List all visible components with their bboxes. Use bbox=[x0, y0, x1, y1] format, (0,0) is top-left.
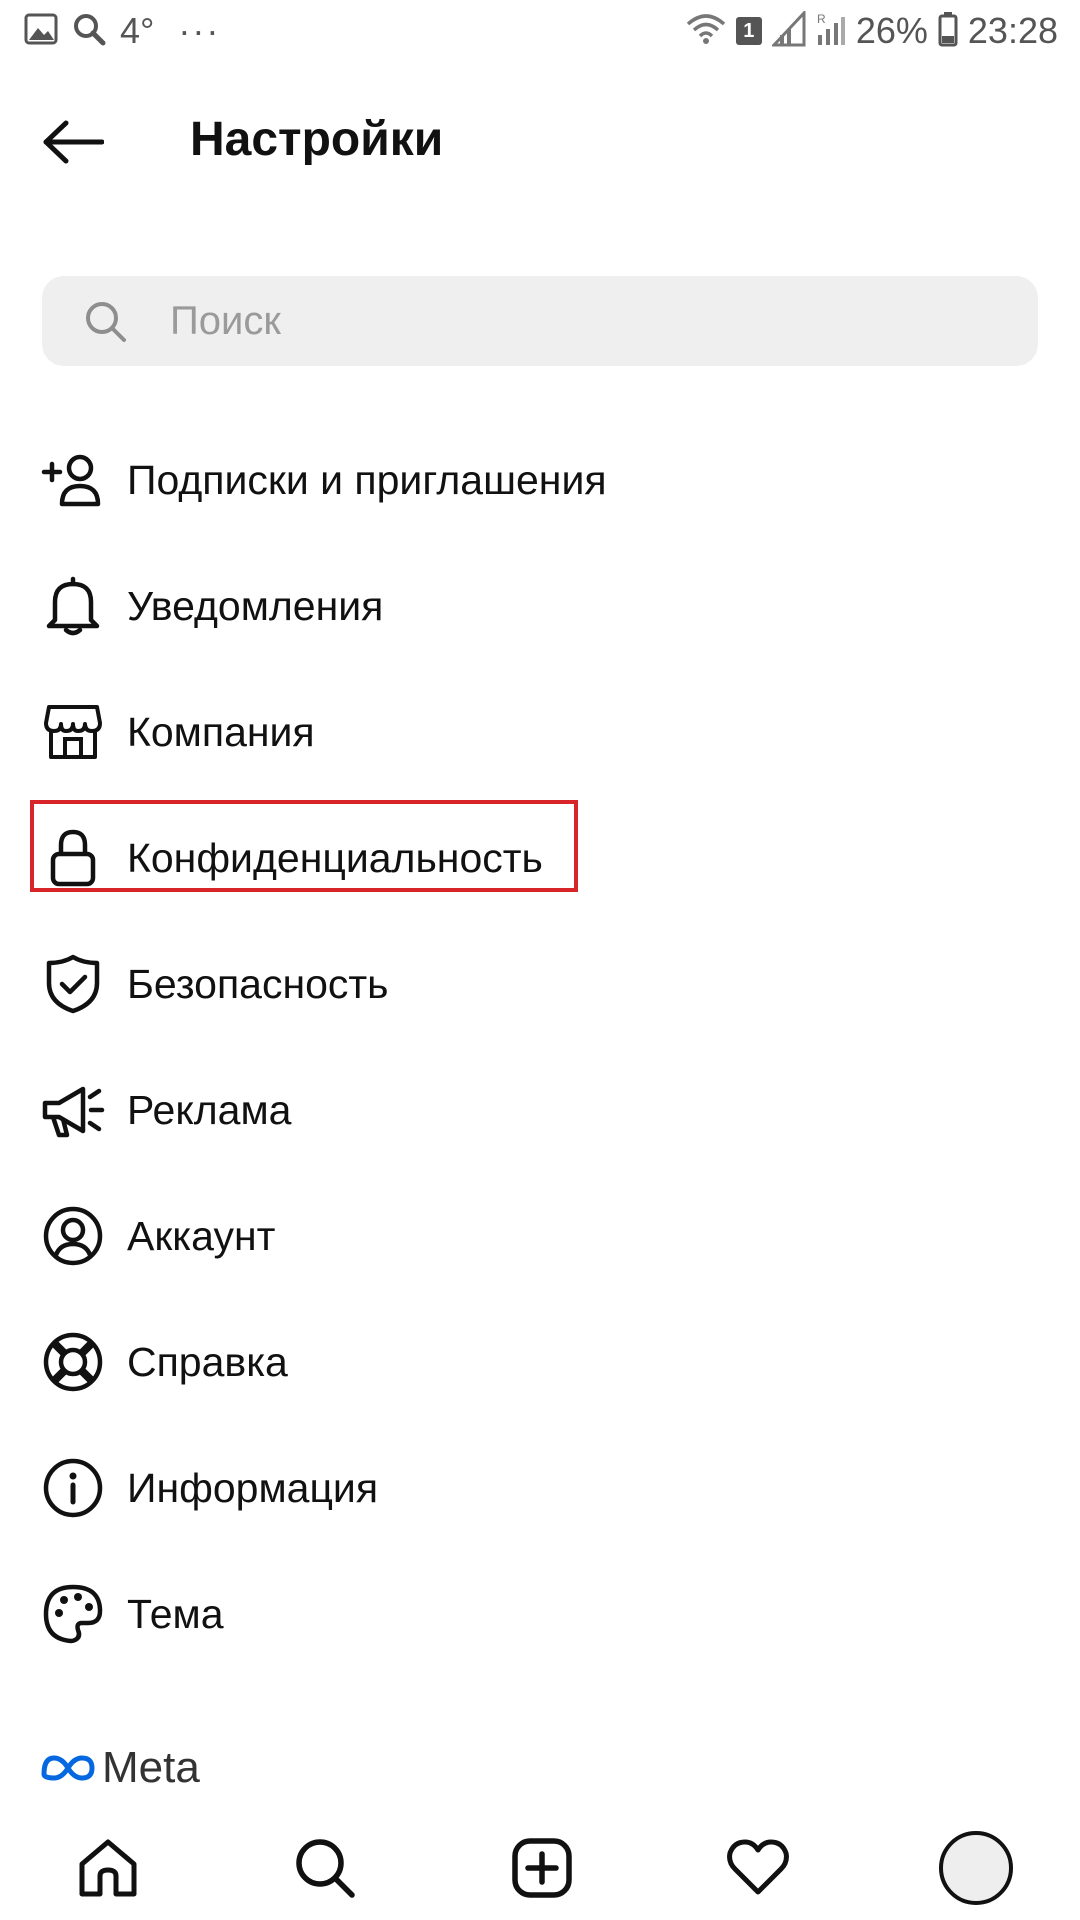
wifi-icon bbox=[686, 12, 726, 51]
menu-item-label: Безопасность bbox=[127, 960, 389, 1007]
status-bar-right: 1 R 26% 23:28 bbox=[686, 8, 1058, 54]
home-icon bbox=[79, 1839, 137, 1897]
menu-item-label: Информация bbox=[127, 1464, 379, 1511]
nav-activity[interactable] bbox=[718, 1828, 798, 1908]
palette-icon bbox=[40, 1581, 106, 1647]
signal-icon-1 bbox=[770, 8, 806, 52]
meta-infinity-icon bbox=[41, 1755, 95, 1781]
store-icon bbox=[40, 699, 106, 765]
search-input[interactable] bbox=[168, 297, 992, 345]
menu-item-security[interactable]: Безопасность bbox=[0, 929, 1080, 1039]
menu-item-notifications[interactable]: Уведомления bbox=[0, 551, 1080, 661]
bottom-navigation bbox=[0, 1810, 1080, 1920]
back-button[interactable] bbox=[38, 112, 108, 172]
menu-item-label: Реклама bbox=[127, 1086, 292, 1133]
menu-item-follow-invite[interactable]: Подписки и приглашения bbox=[0, 425, 1080, 535]
signal-icon-2: R bbox=[816, 11, 846, 52]
svg-text:R: R bbox=[817, 12, 826, 26]
page-title: Настройки bbox=[190, 113, 444, 166]
menu-item-label: Аккаунт bbox=[127, 1212, 276, 1259]
add-person-icon bbox=[40, 447, 106, 513]
shield-check-icon bbox=[40, 951, 106, 1017]
menu-item-label: Справка bbox=[127, 1338, 288, 1385]
bell-icon bbox=[40, 573, 106, 639]
menu-item-account[interactable]: Аккаунт bbox=[0, 1181, 1080, 1291]
battery-icon bbox=[938, 11, 958, 52]
account-circle-icon bbox=[40, 1203, 106, 1269]
nav-new-post[interactable] bbox=[502, 1828, 582, 1908]
status-bar: 4° ··· 1 R 26% 23:28 bbox=[0, 0, 1080, 62]
gallery-icon bbox=[24, 13, 58, 50]
menu-item-about[interactable]: Информация bbox=[0, 1433, 1080, 1543]
profile-avatar bbox=[939, 1831, 1013, 1905]
search-icon bbox=[82, 298, 128, 344]
menu-item-ads[interactable]: Реклама bbox=[0, 1055, 1080, 1165]
header: Настройки bbox=[0, 100, 1080, 180]
status-search-icon bbox=[72, 12, 106, 51]
nav-profile[interactable] bbox=[936, 1828, 1016, 1908]
new-post-icon bbox=[512, 1838, 572, 1898]
menu-item-help[interactable]: Справка bbox=[0, 1307, 1080, 1417]
menu-item-label: Компания bbox=[127, 708, 315, 755]
temperature: 4° bbox=[120, 10, 155, 51]
settings-screen: 4° ··· 1 R 26% 23:28 Настройки Поиск Под… bbox=[0, 0, 1080, 1920]
menu-item-label: Уведомления bbox=[127, 582, 384, 629]
back-arrow-icon bbox=[43, 120, 104, 164]
nav-home[interactable] bbox=[68, 1828, 148, 1908]
activity-heart-icon bbox=[727, 1839, 789, 1895]
nav-search[interactable] bbox=[285, 1828, 365, 1908]
search-icon bbox=[296, 1839, 355, 1898]
meta-wordmark: Meta bbox=[102, 1743, 200, 1792]
status-bar-left: 4° ··· bbox=[24, 8, 220, 54]
menu-item-label: Подписки и приглашения bbox=[127, 456, 607, 503]
lifebuoy-icon bbox=[40, 1329, 106, 1395]
info-icon bbox=[40, 1455, 106, 1521]
meta-logo: Meta bbox=[40, 1740, 200, 1796]
highlight-frame bbox=[30, 800, 578, 892]
clock: 23:28 bbox=[967, 10, 1058, 51]
menu-item-label: Тема bbox=[127, 1590, 224, 1637]
menu-item-business[interactable]: Компания bbox=[0, 677, 1080, 787]
more-notifications: ··· bbox=[178, 10, 221, 51]
battery-percent: 26% bbox=[855, 10, 928, 51]
menu-item-theme[interactable]: Тема bbox=[0, 1559, 1080, 1669]
search-bar[interactable] bbox=[42, 276, 1038, 366]
megaphone-icon bbox=[40, 1077, 106, 1143]
sim-badge: 1 bbox=[735, 17, 762, 45]
